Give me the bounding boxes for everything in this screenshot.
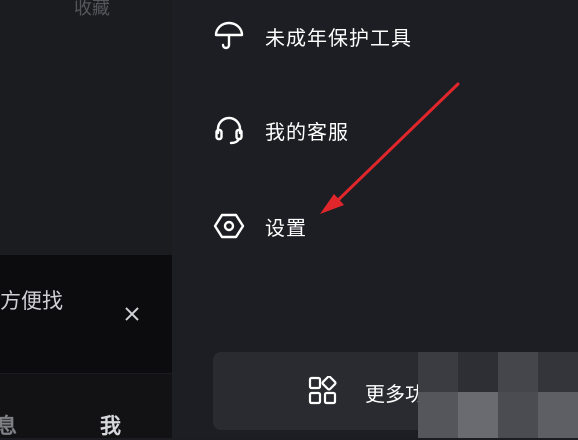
menu-item-customer-service[interactable]: 我的客服 (213, 110, 349, 150)
bottom-nav (0, 374, 172, 438)
settings-hexagon-icon (213, 213, 245, 239)
headset-icon (215, 116, 243, 145)
favorites-tab-label[interactable]: 收藏 (74, 0, 110, 20)
more-functions-label: 更多功 (365, 382, 425, 406)
nav-messages[interactable]: 息 (0, 410, 17, 440)
apps-grid-icon (308, 376, 337, 405)
toast-text: 方便找 (0, 289, 63, 313)
menu-item-label: 设置 (265, 215, 307, 240)
menu-item-label: 我的客服 (265, 119, 349, 144)
menu-item-settings[interactable]: 设置 (213, 206, 307, 246)
nav-me[interactable]: 我 (100, 410, 121, 440)
close-icon[interactable] (122, 304, 142, 324)
umbrella-icon (214, 21, 244, 50)
menu-item-minor-protection[interactable]: 未成年保护工具 (213, 16, 412, 56)
menu-item-label: 未成年保护工具 (265, 25, 412, 50)
